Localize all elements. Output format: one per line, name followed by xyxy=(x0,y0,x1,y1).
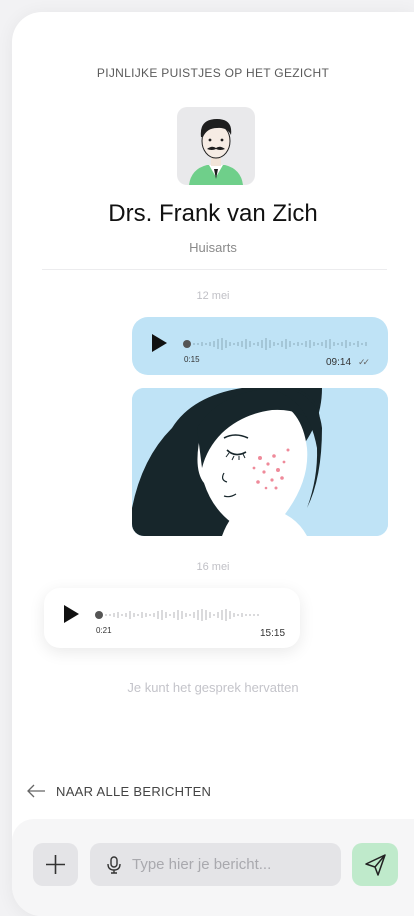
voice-message-outgoing: 0:15 09:14 ✓✓ xyxy=(132,317,388,375)
plus-icon xyxy=(46,855,65,874)
resume-conversation-note: Je kunt het gesprek hervatten xyxy=(127,680,299,695)
message-input[interactable] xyxy=(130,855,334,874)
header-divider xyxy=(42,269,387,270)
voice-duration: 0:15 xyxy=(184,355,200,364)
acne-face-illustration xyxy=(132,388,388,536)
microphone-icon[interactable] xyxy=(104,855,124,875)
doctor-avatar xyxy=(177,107,255,185)
voice-duration: 0:21 xyxy=(96,626,112,635)
message-composer xyxy=(12,819,414,916)
add-attachment-button[interactable] xyxy=(33,843,78,886)
play-icon[interactable] xyxy=(64,605,79,623)
image-message[interactable] xyxy=(132,388,388,536)
read-receipt-icon: ✓✓ xyxy=(358,357,370,367)
message-time: 15:15 xyxy=(260,628,286,639)
date-separator: 12 mei xyxy=(196,290,230,302)
date-separator: 16 mei xyxy=(196,561,230,573)
message-input-field[interactable] xyxy=(90,843,341,886)
message-time: 09:14 xyxy=(326,357,352,368)
conversation-topic: PIJNLIJKE PUISTJES OP HET GEZICHT xyxy=(96,66,330,80)
doctor-role: Huisarts xyxy=(189,240,237,255)
send-button[interactable] xyxy=(352,843,398,886)
voice-message-incoming: 0:21 15:15 xyxy=(44,588,300,648)
back-to-all-messages-link[interactable]: NAAR ALLE BERICHTEN xyxy=(26,780,211,802)
back-label: NAAR ALLE BERICHTEN xyxy=(56,783,212,799)
waveform[interactable] xyxy=(182,335,372,353)
doctor-name: Drs. Frank van Zich xyxy=(108,200,318,227)
waveform[interactable] xyxy=(94,606,284,624)
send-icon xyxy=(365,854,386,876)
play-icon[interactable] xyxy=(152,334,167,352)
chat-screen: PIJNLIJKE PUISTJES OP HET GEZICHT Drs. F… xyxy=(12,12,414,916)
arrow-left-icon xyxy=(27,784,45,798)
doctor-avatar-icon xyxy=(189,119,243,185)
